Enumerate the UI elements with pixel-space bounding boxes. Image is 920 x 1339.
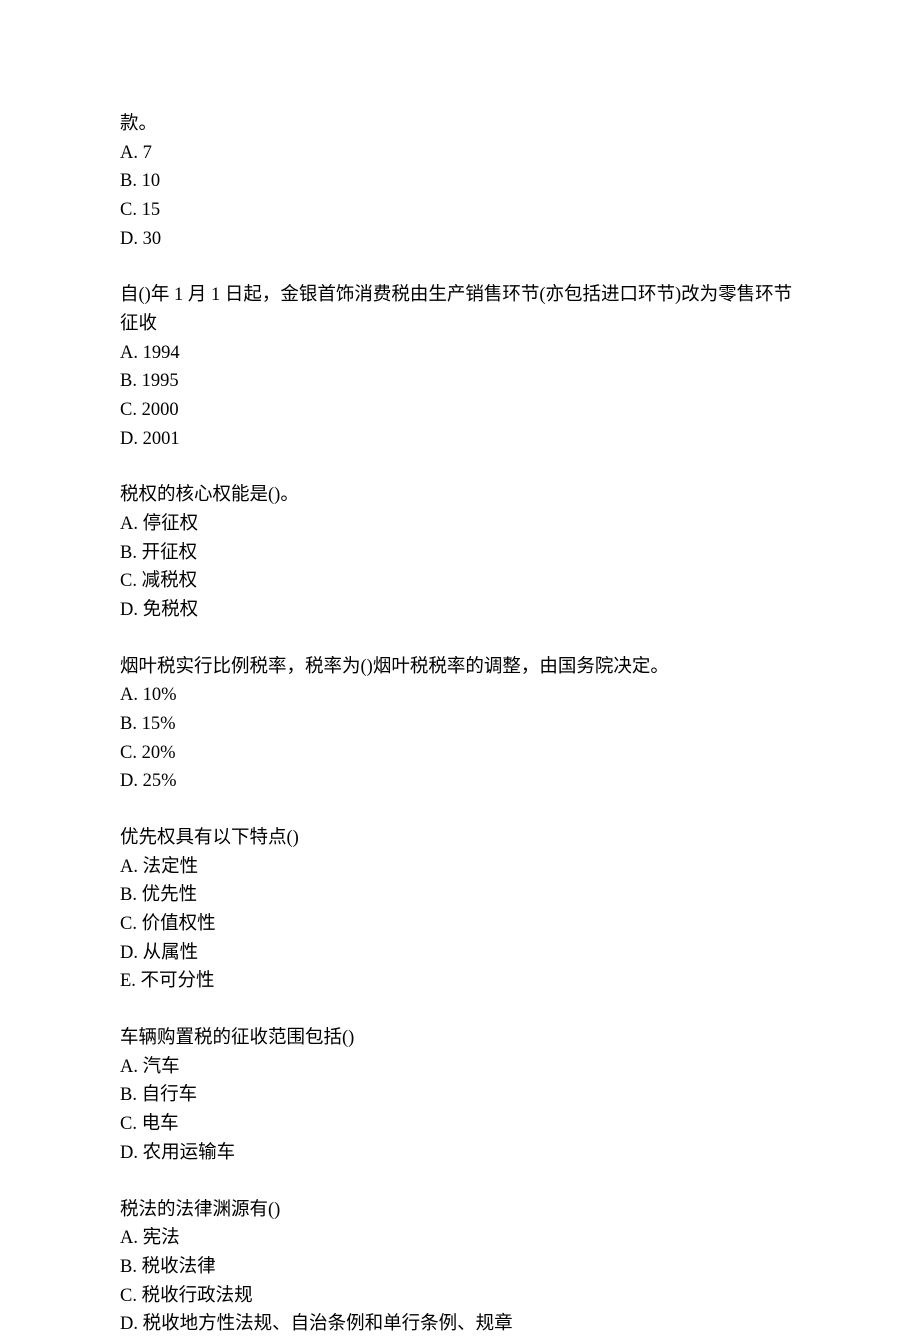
option: C. 减税权: [120, 567, 800, 596]
option: C. 20%: [120, 739, 800, 768]
question-text: 税法的法律渊源有(): [120, 1196, 800, 1225]
option: A. 1994: [120, 339, 800, 368]
option: D. 免税权: [120, 596, 800, 625]
option: D. 25%: [120, 767, 800, 796]
option: C. 价值权性: [120, 910, 800, 939]
question-block: 税权的核心权能是()。 A. 停征权 B. 开征权 C. 减税权 D. 免税权: [120, 481, 800, 624]
option: E. 不可分性: [120, 967, 800, 996]
option: D. 税收地方性法规、自治条例和单行条例、规章: [120, 1310, 800, 1339]
option: A. 宪法: [120, 1224, 800, 1253]
document-content: 款。 A. 7 B. 10 C. 15 D. 30 自()年 1 月 1 日起，…: [0, 0, 920, 1339]
question-text: 自()年 1 月 1 日起，金银首饰消费税由生产销售环节(亦包括进口环节)改为零…: [120, 281, 800, 338]
question-block: 自()年 1 月 1 日起，金银首饰消费税由生产销售环节(亦包括进口环节)改为零…: [120, 281, 800, 453]
question-text: 优先权具有以下特点(): [120, 824, 800, 853]
option: C. 税收行政法规: [120, 1282, 800, 1311]
option: C. 电车: [120, 1110, 800, 1139]
question-block: 烟叶税实行比例税率，税率为()烟叶税税率的调整，由国务院决定。 A. 10% B…: [120, 653, 800, 796]
question-block: 优先权具有以下特点() A. 法定性 B. 优先性 C. 价值权性 D. 从属性…: [120, 824, 800, 996]
option: D. 从属性: [120, 939, 800, 968]
option: C. 15: [120, 196, 800, 225]
question-text: 款。: [120, 110, 800, 139]
question-block: 车辆购置税的征收范围包括() A. 汽车 B. 自行车 C. 电车 D. 农用运…: [120, 1024, 800, 1167]
option: B. 自行车: [120, 1081, 800, 1110]
option: A. 10%: [120, 681, 800, 710]
option: C. 2000: [120, 396, 800, 425]
option: A. 法定性: [120, 853, 800, 882]
option: D. 农用运输车: [120, 1139, 800, 1168]
option: B. 10: [120, 167, 800, 196]
option: B. 1995: [120, 367, 800, 396]
question-text: 烟叶税实行比例税率，税率为()烟叶税税率的调整，由国务院决定。: [120, 653, 800, 682]
question-block: 款。 A. 7 B. 10 C. 15 D. 30: [120, 110, 800, 253]
option: A. 汽车: [120, 1053, 800, 1082]
option: B. 税收法律: [120, 1253, 800, 1282]
option: B. 优先性: [120, 881, 800, 910]
question-text: 车辆购置税的征收范围包括(): [120, 1024, 800, 1053]
option: D. 30: [120, 225, 800, 254]
question-block: 税法的法律渊源有() A. 宪法 B. 税收法律 C. 税收行政法规 D. 税收…: [120, 1196, 800, 1339]
question-text: 税权的核心权能是()。: [120, 481, 800, 510]
option: A. 7: [120, 139, 800, 168]
option: D. 2001: [120, 425, 800, 454]
option: A. 停征权: [120, 510, 800, 539]
option: B. 开征权: [120, 539, 800, 568]
option: B. 15%: [120, 710, 800, 739]
